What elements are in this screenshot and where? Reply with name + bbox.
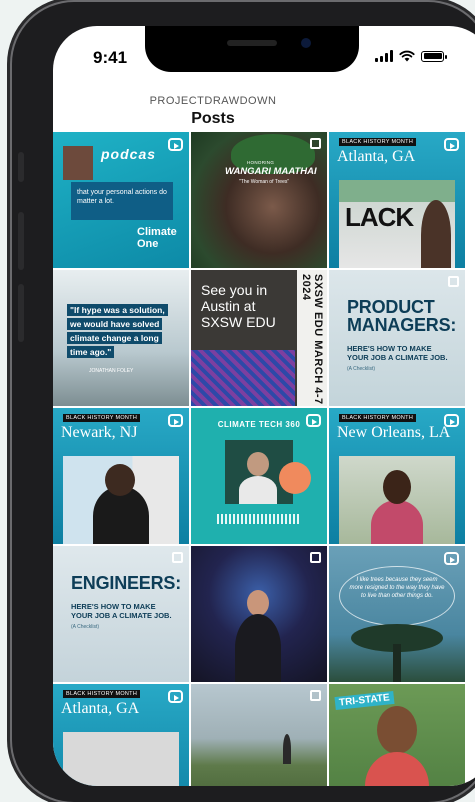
carousel-icon xyxy=(310,138,321,149)
city-label: New Orleans, LA xyxy=(337,424,451,441)
person-head xyxy=(105,464,135,496)
post-note: (A Checklist) xyxy=(347,366,376,372)
tile-photo xyxy=(63,732,179,786)
post-tile[interactable] xyxy=(191,684,327,786)
honoree-tag: "The Woman of Trees" xyxy=(239,179,290,185)
person xyxy=(421,200,451,268)
quote-line-1: "If hype was a solution, xyxy=(67,304,168,316)
post-tile[interactable]: I like trees because they seem more resi… xyxy=(329,546,465,682)
quote-text: I like trees because they seem more resi… xyxy=(349,577,445,599)
reel-icon xyxy=(306,414,321,427)
post-tile[interactable]: See you in Austin at SXSW EDU SXSW EDU M… xyxy=(191,270,327,406)
guest xyxy=(239,476,277,504)
event-side-panel: SXSW EDU MARCH 4-7 2024 xyxy=(297,270,327,406)
speaker-photo xyxy=(63,456,179,544)
speaker-photo xyxy=(339,456,455,544)
page-title: Posts xyxy=(191,110,235,127)
guest-head xyxy=(247,452,269,476)
mute-switch xyxy=(18,152,24,182)
status-icons xyxy=(375,50,447,62)
cellular-signal-icon xyxy=(375,50,393,62)
reel-icon xyxy=(168,414,183,427)
wifi-icon xyxy=(399,50,415,62)
quote-credit: JONATHAN FOLEY xyxy=(89,368,134,374)
account-username[interactable]: PROJECTDRAWDOWN xyxy=(53,95,373,107)
post-sub-line-1: HERE'S HOW TO MAKE xyxy=(71,602,156,611)
carousel-icon xyxy=(448,276,459,287)
quote-line-4: time ago." xyxy=(67,346,115,358)
posts-grid: podcas that your personal actions do mat… xyxy=(53,132,465,786)
battery-icon xyxy=(421,50,447,62)
orange-circle xyxy=(279,462,311,494)
notch xyxy=(145,26,359,72)
phone-screen: 9:41 PROJECTDRAWDOWN Posts podcas that y… xyxy=(53,26,475,786)
region-banner: TRI-STATE xyxy=(334,690,395,711)
post-note: (A Checklist) xyxy=(71,624,100,630)
quote-line-3: climate change a long xyxy=(67,332,162,344)
speaker xyxy=(235,614,281,682)
speaker-photo xyxy=(63,146,93,180)
post-tile[interactable]: HONORING WANGARI MAATHAI "The Woman of T… xyxy=(191,132,327,268)
history-badge: BLACK HISTORY MONTH xyxy=(339,138,417,146)
phone-frame: 9:41 PROJECTDRAWDOWN Posts podcas that y… xyxy=(12,2,475,802)
history-badge: BLACK HISTORY MONTH xyxy=(63,414,141,422)
post-title-line-2: MANAGERS: xyxy=(347,315,457,335)
person xyxy=(283,734,291,764)
reel-icon xyxy=(168,138,183,151)
post-tile[interactable]: TRI-STATE xyxy=(329,684,465,786)
protest-sign: LACK xyxy=(345,202,414,232)
post-sub-line-2: YOUR JOB A CLIMATE JOB. xyxy=(71,611,172,620)
post-sub-line-2: YOUR JOB A CLIMATE JOB. xyxy=(347,353,448,362)
reel-icon xyxy=(444,138,459,151)
post-tile[interactable] xyxy=(191,546,327,682)
reel-icon xyxy=(444,414,459,427)
post-tile[interactable]: CLIMATE TECH 360 xyxy=(191,408,327,544)
carousel-icon xyxy=(310,552,321,563)
post-tile[interactable]: podcas that your personal actions do mat… xyxy=(53,132,189,268)
quote-line-2: we would have solved xyxy=(67,318,163,330)
speaker-head xyxy=(247,590,269,616)
tree-trunk xyxy=(393,644,401,682)
post-tile[interactable]: "If hype was a solution, we would have s… xyxy=(53,270,189,406)
event-heading: See you in Austin at SXSW EDU xyxy=(201,282,276,330)
post-title-line-1: PRODUCT xyxy=(347,297,435,317)
podcast-brand: podcas xyxy=(101,146,157,162)
city-label: Atlanta, GA xyxy=(337,148,416,165)
city-label: Newark, NJ xyxy=(61,424,138,441)
city-label: Atlanta, GA xyxy=(61,700,140,717)
person-head xyxy=(383,470,411,504)
volume-down-button xyxy=(18,284,24,342)
carousel-icon xyxy=(310,690,321,701)
pattern-graphic xyxy=(191,350,295,406)
person-head xyxy=(377,706,417,754)
speaker xyxy=(227,40,277,46)
honoree-name: WANGARI MAATHAI xyxy=(225,166,317,177)
post-tile[interactable]: BLACK HISTORY MONTH New Orleans, LA xyxy=(329,408,465,544)
post-tile[interactable]: BLACK HISTORY MONTH Newark, NJ xyxy=(53,408,189,544)
history-badge: BLACK HISTORY MONTH xyxy=(63,690,141,698)
status-time: 9:41 xyxy=(93,48,128,67)
audio-waveform xyxy=(217,514,301,524)
quote-box: that your personal actions do matter a l… xyxy=(71,182,173,220)
protest-photo: LACK xyxy=(339,180,455,268)
person xyxy=(365,752,429,786)
front-camera xyxy=(301,38,311,48)
quote-text: that your personal actions do matter a l… xyxy=(77,189,167,205)
honoring-label: HONORING xyxy=(247,160,275,165)
post-tile[interactable]: PRODUCT MANAGERS: HERE'S HOW TO MAKE YOU… xyxy=(329,270,465,406)
post-tile[interactable]: BLACK HISTORY MONTH Atlanta, GA xyxy=(53,684,189,786)
post-tile[interactable]: BLACK HISTORY MONTH Atlanta, GA LACK xyxy=(329,132,465,268)
post-sub-line-1: HERE'S HOW TO MAKE xyxy=(347,344,432,353)
volume-up-button xyxy=(18,212,24,270)
person xyxy=(371,500,423,544)
history-badge: BLACK HISTORY MONTH xyxy=(339,414,417,422)
reel-icon xyxy=(168,690,183,703)
climate-one-logo: Climate One xyxy=(137,226,177,250)
reel-icon xyxy=(444,552,459,565)
post-tile[interactable]: ENGINEERS: HERE'S HOW TO MAKE YOUR JOB A… xyxy=(53,546,189,682)
carousel-icon xyxy=(172,552,183,563)
post-title-line-1: ENGINEERS: xyxy=(71,573,182,593)
event-side-text: SXSW EDU MARCH 4-7 2024 xyxy=(300,274,324,405)
